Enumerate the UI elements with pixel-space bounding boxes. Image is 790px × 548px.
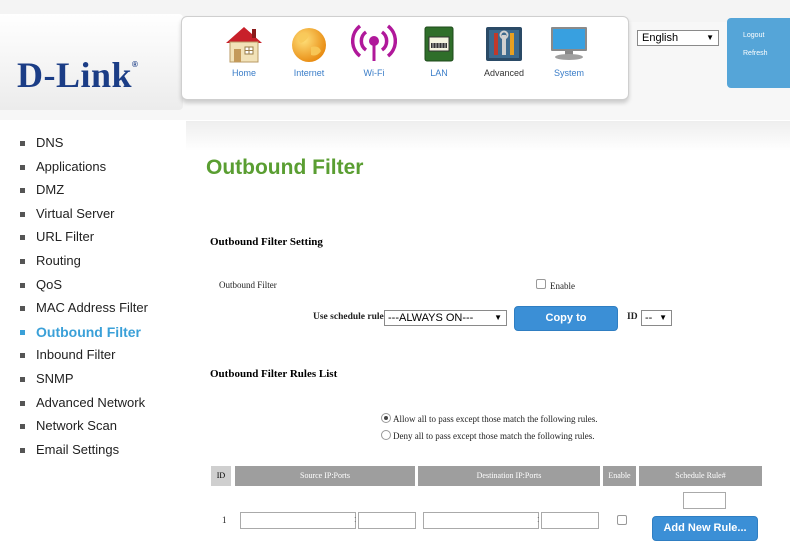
destination-port-input[interactable]	[541, 512, 599, 529]
column-header-destination: Destination IP:Ports	[418, 466, 600, 486]
column-header-id: ID	[211, 466, 231, 486]
home-icon	[226, 27, 262, 63]
nav-system[interactable]: System	[538, 21, 600, 97]
bullet-icon	[20, 400, 25, 406]
nav-wifi[interactable]: Wi-Fi	[343, 21, 405, 97]
chevron-down-icon: ▼	[706, 33, 714, 42]
logout-link[interactable]: Logout	[743, 32, 764, 39]
source-ip-input[interactable]	[240, 512, 356, 529]
bullet-icon	[20, 447, 25, 453]
bullet-icon	[20, 306, 25, 312]
enable-label: Enable	[550, 281, 575, 291]
colon-separator: :	[354, 514, 357, 524]
id-select[interactable]: -- ▼	[641, 310, 672, 326]
schedule-rule-select[interactable]: ---ALWAYS ON--- ▼	[384, 310, 507, 326]
lan-icon	[424, 26, 454, 62]
language-select[interactable]: English ▼	[637, 30, 719, 46]
column-header-enable: Enable	[603, 466, 636, 486]
monitor-icon	[551, 27, 587, 60]
chevron-down-icon: ▼	[659, 313, 667, 322]
sidebar-item-routing[interactable]: Routing	[20, 253, 148, 277]
copy-to-button[interactable]: Copy to	[514, 306, 618, 331]
nav-home[interactable]: Home	[213, 21, 275, 97]
main-nav: Home Internet Wi-Fi LAN Advanced System	[181, 16, 629, 100]
bullet-icon	[20, 424, 25, 430]
destination-ip-input[interactable]	[423, 512, 539, 529]
row-enable-checkbox[interactable]	[617, 515, 627, 525]
bullet-icon	[20, 211, 25, 217]
deny-option-label: Deny all to pass except those match the …	[393, 431, 595, 441]
bullet-icon	[20, 258, 25, 264]
sidebar-menu: DNS Applications DMZ Virtual Server URL …	[20, 135, 148, 465]
nav-label-lan: LAN	[430, 68, 448, 78]
row-id: 1	[222, 515, 227, 525]
sidebar-item-applications[interactable]: Applications	[20, 159, 148, 183]
sidebar-item-advanced-network[interactable]: Advanced Network	[20, 395, 148, 419]
chevron-down-icon: ▼	[494, 313, 502, 322]
page-title: Outbound Filter	[206, 156, 364, 179]
sidebar-item-mac-address-filter[interactable]: MAC Address Filter	[20, 300, 148, 324]
dlink-logo: D-Link®	[17, 55, 139, 95]
side-panel: Logout Refresh	[727, 18, 790, 88]
bullet-icon	[20, 329, 25, 335]
bullet-icon	[20, 282, 25, 288]
sidebar-item-dns[interactable]: DNS	[20, 135, 148, 159]
sidebar-item-snmp[interactable]: SNMP	[20, 371, 148, 395]
sidebar-item-url-filter[interactable]: URL Filter	[20, 229, 148, 253]
enable-checkbox[interactable]	[536, 279, 546, 289]
bullet-icon	[20, 188, 25, 194]
logo-box: D-Link®	[0, 14, 183, 110]
sidebar-item-email-settings[interactable]: Email Settings	[20, 442, 148, 466]
nav-label-system: System	[553, 68, 584, 78]
bullet-icon	[20, 353, 25, 359]
nav-label-internet: Internet	[293, 68, 325, 78]
nav-advanced[interactable]: Advanced	[473, 21, 535, 97]
refresh-link[interactable]: Refresh	[743, 50, 768, 57]
nav-internet[interactable]: Internet	[278, 21, 340, 97]
bullet-icon	[20, 164, 25, 170]
nav-label-advanced: Advanced	[483, 68, 525, 78]
add-new-rule-button[interactable]: Add New Rule...	[652, 516, 758, 541]
sidebar-item-virtual-server[interactable]: Virtual Server	[20, 206, 148, 230]
allow-option-label: Allow all to pass except those match the…	[393, 414, 598, 424]
globe-icon	[292, 28, 326, 62]
tools-icon	[486, 27, 522, 61]
column-header-source: Source IP:Ports	[235, 466, 415, 486]
schedule-rule-input[interactable]	[683, 492, 726, 509]
bullet-icon	[20, 376, 25, 382]
sidebar-item-inbound-filter[interactable]: Inbound Filter	[20, 347, 148, 371]
nav-lan[interactable]: LAN	[408, 21, 470, 97]
bullet-icon	[20, 141, 25, 146]
bullet-icon	[20, 235, 25, 241]
column-header-schedule: Schedule Rule#	[639, 466, 762, 486]
sidebar-item-network-scan[interactable]: Network Scan	[20, 418, 148, 442]
colon-separator: :	[537, 514, 540, 524]
deny-radio[interactable]	[381, 430, 391, 440]
nav-label-wifi: Wi-Fi	[363, 68, 385, 78]
id-label: ID	[627, 312, 638, 322]
setting-heading: Outbound Filter Setting	[210, 236, 323, 248]
allow-radio[interactable]	[381, 413, 391, 423]
nav-label-home: Home	[231, 68, 256, 78]
content-shade	[186, 121, 790, 151]
wifi-icon	[351, 24, 397, 61]
sidebar-item-dmz[interactable]: DMZ	[20, 182, 148, 206]
sidebar-item-outbound-filter[interactable]: Outbound Filter	[20, 324, 148, 348]
sidebar-item-qos[interactable]: QoS	[20, 277, 148, 301]
source-port-input[interactable]	[358, 512, 416, 529]
outbound-filter-label: Outbound Filter	[219, 280, 277, 290]
rules-heading: Outbound Filter Rules List	[210, 368, 338, 380]
schedule-rule-label: Use schedule rule	[313, 312, 384, 322]
